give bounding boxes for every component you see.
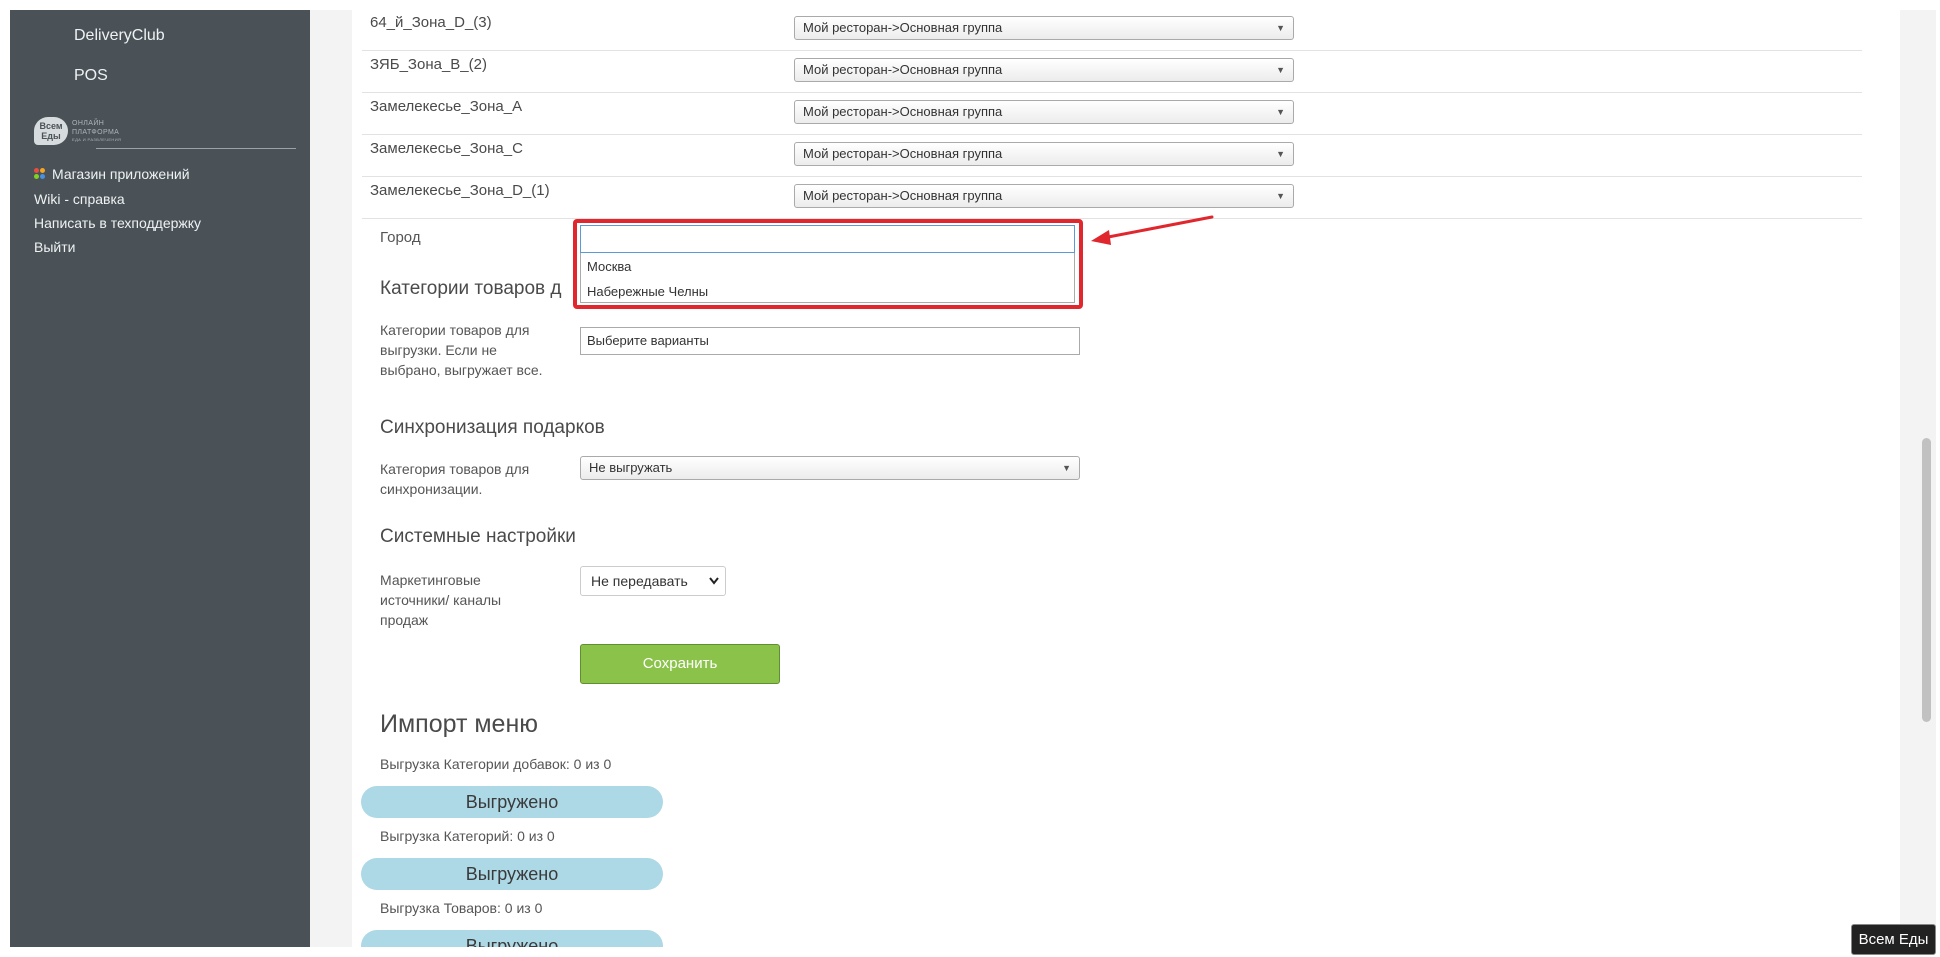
city-label: Город <box>380 229 421 246</box>
logo-badge: Всем Еды <box>34 117 68 145</box>
app-store-label: Магазин приложений <box>52 166 190 182</box>
import-status-label: Выгрузка Категории добавок: 0 из 0 <box>380 756 612 772</box>
marketing-label: Маркетинговые источники/ каналы продаж <box>380 572 502 628</box>
zone-group-select[interactable]: Мой ресторан->Основная группа ▼ <box>794 16 1294 40</box>
gifts-section-title: Синхронизация подарков <box>380 417 605 438</box>
sidebar-link-support[interactable]: Написать в техподдержку <box>34 215 201 231</box>
logo-divider <box>96 148 296 149</box>
zone-group-select[interactable]: Мой ресторан->Основная группа ▼ <box>794 184 1294 208</box>
import-status-label: Выгрузка Категорий: 0 из 0 <box>380 828 555 844</box>
categories-multiselect[interactable]: Выберите варианты <box>580 327 1080 355</box>
zone-group-select[interactable]: Мой ресторан->Основная группа ▼ <box>794 100 1294 124</box>
zone-name: Замелекесье_Зона_C <box>370 140 523 157</box>
dropdown-arrow-icon: ▼ <box>1276 191 1285 201</box>
sidebar-link-wiki[interactable]: Wiki - справка <box>34 191 125 207</box>
dropdown-arrow-icon: ▼ <box>1276 107 1285 117</box>
sidebar-item-pos[interactable]: POS <box>74 67 108 85</box>
app-store-icon <box>34 168 46 180</box>
zone-row: 64_й_Зона_D_(3) Мой ресторан->Основная г… <box>362 10 1862 51</box>
zone-name: ЗЯБ_Зона_B_(2) <box>370 56 487 73</box>
highlight-box <box>573 219 1083 309</box>
zone-group-select[interactable]: Мой ресторан->Основная группа ▼ <box>794 58 1294 82</box>
zone-name: Замелекесье_Зона_D_(1) <box>370 182 550 199</box>
dropdown-arrow-icon: ▼ <box>1062 463 1071 473</box>
zone-row: ЗЯБ_Зона_B_(2) Мой ресторан->Основная гр… <box>362 50 1862 93</box>
zone-group-select[interactable]: Мой ресторан->Основная группа ▼ <box>794 142 1294 166</box>
logo-text: ОНЛАЙН ПЛАТФОРМА ЕДА И РАЗВЛЕЧЕНИЯ <box>72 120 122 142</box>
zone-name: 64_й_Зона_D_(3) <box>370 14 492 31</box>
dropdown-arrow-icon: ▼ <box>1276 23 1285 33</box>
sidebar-link-logout[interactable]: Выйти <box>34 239 75 255</box>
sidebar: DeliveryClub POS Всем Еды ОНЛАЙН ПЛАТФОР… <box>10 10 310 947</box>
import-menu-title: Импорт меню <box>380 710 538 738</box>
categories-section-title: Категории товаров д <box>380 278 562 299</box>
import-status-button[interactable]: Выгружено <box>361 930 663 947</box>
import-status-button[interactable]: Выгружено <box>361 858 663 890</box>
zone-row: Замелекесье_Зона_C Мой ресторан->Основна… <box>362 134 1862 177</box>
gift-category-select[interactable]: Не выгружать ▼ <box>580 456 1080 480</box>
gifts-label: Категория товаров для синхронизации. <box>380 461 530 497</box>
app-frame: DeliveryClub POS Всем Еды ОНЛАЙН ПЛАТФОР… <box>10 10 1936 947</box>
dropdown-arrow-icon: ▼ <box>1276 65 1285 75</box>
system-section-title: Системные настройки <box>380 526 576 547</box>
marketing-select[interactable]: Не передавать <box>580 566 726 596</box>
chevron-down-icon <box>709 577 719 585</box>
scrollbar-thumb[interactable] <box>1922 438 1931 722</box>
import-status-label: Выгрузка Товаров: 0 из 0 <box>380 900 543 916</box>
platform-logo: Всем Еды ОНЛАЙН ПЛАТФОРМА ЕДА И РАЗВЛЕЧЕ… <box>34 117 296 153</box>
dropdown-arrow-icon: ▼ <box>1276 149 1285 159</box>
zone-name: Замелекесье_Зона_A <box>370 98 523 115</box>
sidebar-link-app-store[interactable]: Магазин приложений <box>34 166 190 182</box>
annotation-arrow-icon <box>1091 215 1214 245</box>
sidebar-item-deliveryclub[interactable]: DeliveryClub <box>74 27 165 45</box>
categories-label: Категории товаров для выгрузки. Если не … <box>380 322 543 378</box>
save-button[interactable]: Сохранить <box>580 644 780 684</box>
import-status-button[interactable]: Выгружено <box>361 786 663 818</box>
page-scrollbar[interactable] <box>1916 10 1936 947</box>
zone-row: Замелекесье_Зона_A Мой ресторан->Основна… <box>362 92 1862 135</box>
main-content: 64_й_Зона_D_(3) Мой ресторан->Основная г… <box>352 10 1900 947</box>
tooltip: Всем Еды <box>1851 924 1936 955</box>
